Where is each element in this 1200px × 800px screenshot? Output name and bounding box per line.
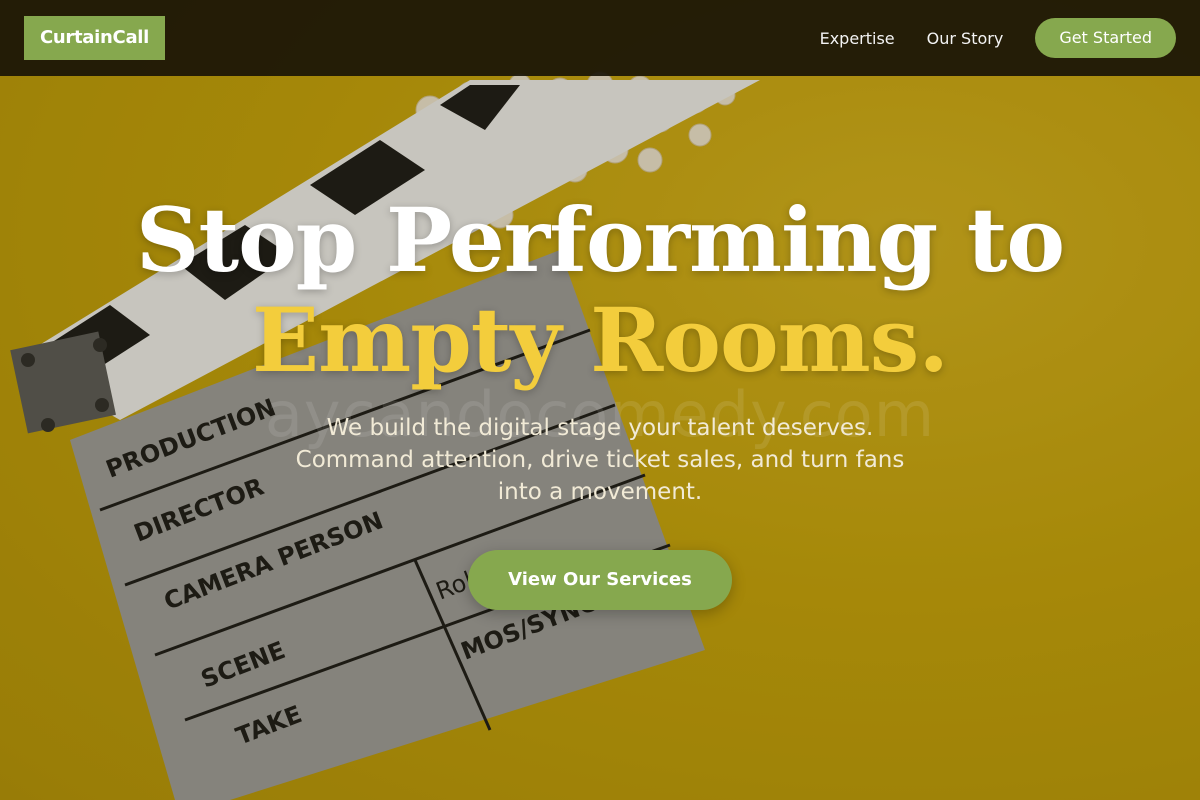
hero-section: Stop Performing to Empty Rooms. We build… — [0, 190, 1200, 610]
view-services-button[interactable]: View Our Services — [468, 550, 732, 610]
top-navbar: CurtainCall Expertise Our Story Get Star… — [0, 0, 1200, 76]
hero-headline: Stop Performing to Empty Rooms. — [0, 190, 1200, 390]
hero-subtext: We build the digital stage your talent d… — [295, 415, 905, 505]
nav-link-our-story[interactable]: Our Story — [927, 29, 1004, 48]
nav-link-expertise[interactable]: Expertise — [820, 29, 895, 48]
get-started-button[interactable]: Get Started — [1035, 18, 1176, 58]
headline-line-2: Empty Rooms. — [252, 288, 949, 392]
headline-line-1: Stop Performing to — [135, 188, 1065, 292]
nav-links: Expertise Our Story Get Started — [820, 18, 1176, 58]
logo[interactable]: CurtainCall — [24, 16, 166, 60]
